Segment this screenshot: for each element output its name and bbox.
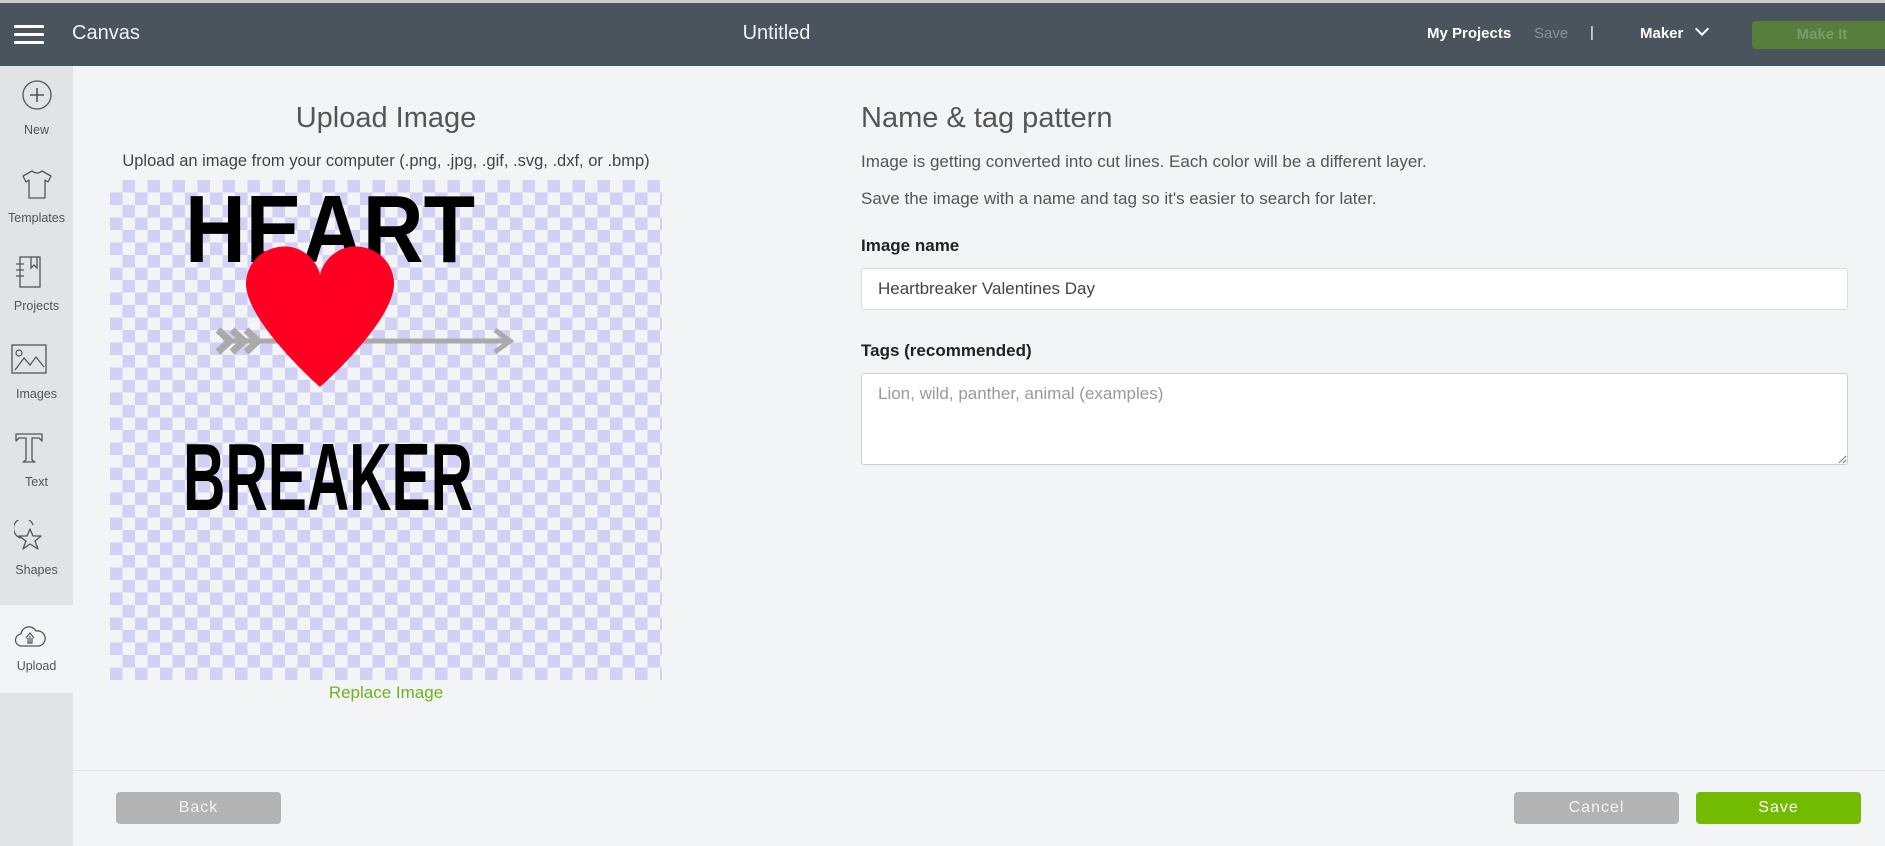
image-preview: HEART BREAKER xyxy=(110,180,662,680)
tags-input[interactable] xyxy=(861,373,1848,465)
upload-image-heading: Upload Image xyxy=(295,102,477,134)
back-button[interactable]: Back xyxy=(116,792,281,824)
sidebar-item-new[interactable]: New xyxy=(0,66,73,154)
sidebar-item-text[interactable]: Text xyxy=(0,418,73,506)
sidebar-item-shapes[interactable]: Shapes xyxy=(0,506,73,594)
shapes-icon xyxy=(14,520,42,550)
image-name-label: Image name xyxy=(861,236,960,255)
save-button[interactable]: Save xyxy=(1696,792,1861,824)
topbar-separator: | xyxy=(1590,24,1594,41)
tags-label: Tags (recommended) xyxy=(861,341,1032,360)
sidebar-item-upload[interactable]: Upload xyxy=(0,605,73,693)
cloud-upload-icon xyxy=(14,626,46,647)
notebook-icon xyxy=(16,256,41,288)
save-description: Save the image with a name and tag so it… xyxy=(861,189,1377,208)
heartbreaker-artwork: HEART BREAKER xyxy=(183,180,515,531)
document-title[interactable]: Untitled xyxy=(0,22,1553,45)
artwork-text-breaker: BREAKER xyxy=(183,424,473,531)
text-t-icon xyxy=(15,433,43,463)
sidebar-item-label: New xyxy=(23,123,49,137)
topbar-save-link[interactable]: Save xyxy=(1534,25,1568,42)
sidebar-item-label: Shapes xyxy=(15,563,58,577)
sidebar-item-label: Upload xyxy=(16,659,57,673)
sidebar-item-label: Images xyxy=(16,387,57,401)
my-projects-link[interactable]: My Projects xyxy=(1427,25,1511,42)
image-icon xyxy=(11,344,47,374)
footer-divider xyxy=(73,770,1885,771)
image-name-input[interactable] xyxy=(861,268,1848,310)
chevron-down-icon xyxy=(1695,21,1710,37)
sidebar-item-templates[interactable]: Templates xyxy=(0,154,73,242)
sidebar-item-label: Templates xyxy=(8,211,65,225)
cancel-button[interactable]: Cancel xyxy=(1514,792,1679,824)
name-tag-heading: Name & tag pattern xyxy=(861,102,1113,134)
conversion-description: Image is getting converted into cut line… xyxy=(861,152,1427,171)
upload-instructions: Upload an image from your computer (.png… xyxy=(122,152,650,170)
tshirt-icon xyxy=(22,170,52,199)
sidebar-item-images[interactable]: Images xyxy=(0,330,73,418)
sidebar-item-label: Text xyxy=(25,475,48,489)
replace-image-link[interactable]: Replace Image xyxy=(110,683,662,703)
sidebar-item-label: Projects xyxy=(13,299,60,313)
sidebar-item-projects[interactable]: Projects xyxy=(0,242,73,330)
make-it-button[interactable]: Make It xyxy=(1752,21,1885,49)
machine-label: Maker xyxy=(1640,25,1684,42)
machine-selector[interactable]: Maker xyxy=(1640,21,1710,42)
sidebar: New Templates Projects Images Text Shape… xyxy=(0,66,73,846)
top-bar: Canvas Untitled My Projects Save | Maker… xyxy=(0,3,1885,66)
plus-circle-icon xyxy=(22,80,52,110)
